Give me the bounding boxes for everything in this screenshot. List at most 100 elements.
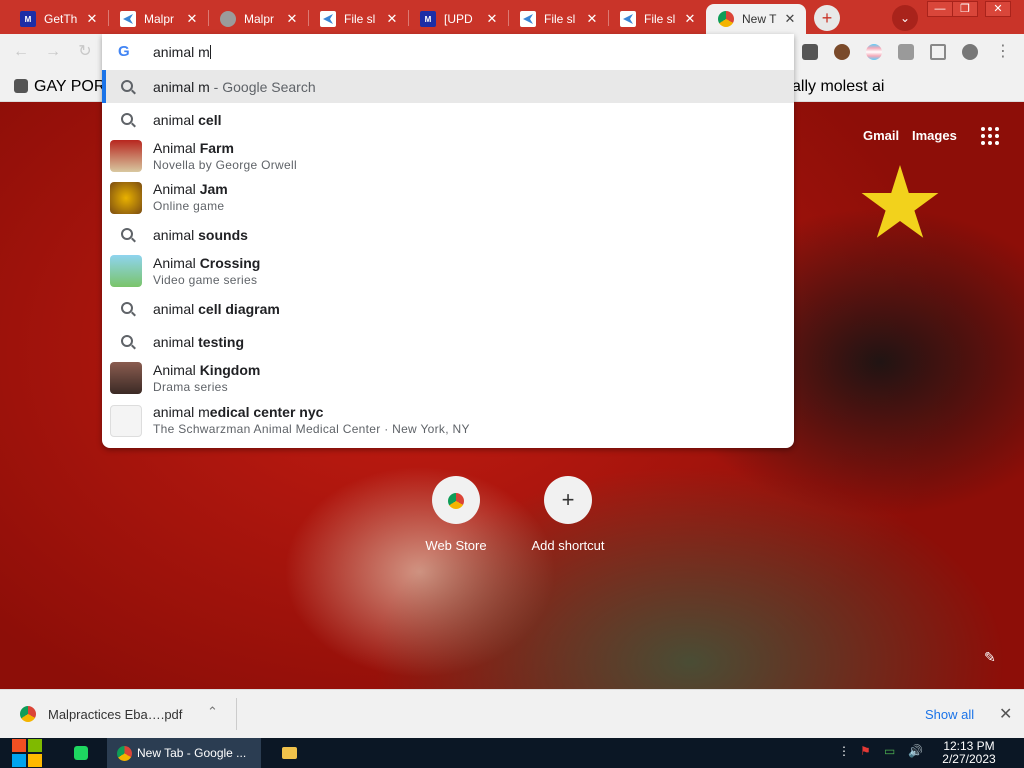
bookmark-item[interactable]: ally molest ai xyxy=(792,78,884,96)
close-icon[interactable]: ✕ xyxy=(484,11,500,27)
suggestion-text: Animal Crossing xyxy=(153,255,261,271)
menu-icon[interactable]: ⋮ xyxy=(994,43,1012,61)
network-icon[interactable]: ▭ xyxy=(884,744,895,758)
chevron-up-icon[interactable]: ⌃ xyxy=(207,704,218,720)
tab-3[interactable]: Malpr ✕ xyxy=(208,4,308,34)
forward-icon[interactable]: → xyxy=(44,43,62,61)
animal-jam-thumbnail xyxy=(110,182,142,214)
close-icon[interactable]: ✕ xyxy=(184,11,200,27)
tab-title: File sl xyxy=(344,12,376,26)
suggestion-row[interactable]: Animal Kingdom Drama series xyxy=(102,358,794,399)
animal-crossing-thumbnail xyxy=(110,255,142,287)
tab-title: File sl xyxy=(544,12,576,26)
reload-icon[interactable]: ↻ xyxy=(76,43,94,61)
puzzle-icon[interactable] xyxy=(898,44,914,60)
new-tab-button[interactable]: + xyxy=(814,5,840,31)
suggestion-row[interactable]: Animal Jam Online game xyxy=(102,177,794,218)
shortcut-label: Add shortcut xyxy=(531,538,605,553)
minimize-button[interactable]: — xyxy=(927,1,953,17)
avatar[interactable] xyxy=(962,44,978,60)
suggestion-text: Animal Kingdom xyxy=(153,362,261,378)
tab-title: Malpr xyxy=(144,12,175,26)
tab-2[interactable]: Malpr ✕ xyxy=(108,4,208,34)
bookmark-label: ally molest ai xyxy=(792,78,885,95)
suggestion-row[interactable]: animal medical center nyc The Schwarzman… xyxy=(102,399,794,442)
blue-arrow-icon xyxy=(120,11,136,27)
globe-icon xyxy=(220,11,236,27)
bookmark-icon xyxy=(14,79,28,93)
suggestion-text: animal cell xyxy=(153,112,222,128)
clock-date: 2/27/2023 xyxy=(942,752,996,766)
tab-1[interactable]: M GetTh ✕ xyxy=(8,4,108,34)
tab-title: GetTh xyxy=(44,12,78,26)
suggestion-text: animal cell diagram xyxy=(153,301,280,317)
suggestion-subtext: Novella by George Orwell xyxy=(153,158,297,172)
search-icon xyxy=(121,228,133,240)
close-icon[interactable]: ✕ xyxy=(782,11,798,27)
suggestion-row[interactable]: Animal Crossing Video game series xyxy=(102,251,794,292)
gmail-link[interactable]: Gmail xyxy=(863,128,899,143)
show-all-link[interactable]: Show all xyxy=(925,707,974,722)
search-icon xyxy=(121,113,133,125)
suggestion-row[interactable]: Animal Farm Novella by George Orwell xyxy=(102,136,794,177)
images-link[interactable]: Images xyxy=(912,128,957,143)
divider xyxy=(236,698,237,730)
taskbar-chrome-button[interactable]: New Tab - Google ... xyxy=(107,738,261,768)
suggestion-text: animal testing xyxy=(153,334,245,350)
animal-medical-center-thumbnail xyxy=(110,405,142,437)
suggestion-row[interactable]: animal sounds xyxy=(102,218,794,251)
clock[interactable]: 12:13 PM 2/27/2023 xyxy=(940,740,998,766)
shortcut-add[interactable]: + Add shortcut xyxy=(518,476,618,553)
search-icon xyxy=(121,335,133,347)
close-window-button[interactable]: ✕ xyxy=(985,1,1011,17)
chrome-icon xyxy=(20,706,36,722)
suggestion-row[interactable]: animal testing xyxy=(102,325,794,358)
tab-search-button[interactable]: ⌄ xyxy=(892,5,918,31)
pencil-icon[interactable]: ✎ xyxy=(984,649,996,666)
tab-5[interactable]: M [UPD ✕ xyxy=(408,4,508,34)
flag-icon[interactable]: ⚑ xyxy=(860,744,871,758)
close-icon[interactable]: ✕ xyxy=(682,11,698,27)
mft-icon: M xyxy=(420,11,436,27)
tab-7[interactable]: File sl ✕ xyxy=(608,4,706,34)
search-icon xyxy=(121,80,133,92)
suggestion-text: Animal Farm xyxy=(153,140,234,156)
suggestion-subtext: Drama series xyxy=(153,380,228,394)
volume-icon[interactable]: 🔊 xyxy=(908,744,923,758)
side-panel-icon[interactable] xyxy=(930,44,946,60)
ublock-icon[interactable] xyxy=(802,44,818,60)
mft-icon: M xyxy=(20,11,36,27)
blue-arrow-icon xyxy=(320,11,336,27)
close-icon[interactable]: ✕ xyxy=(284,11,300,27)
spotify-like-app-icon[interactable] xyxy=(72,738,92,768)
shortcut-web-store[interactable]: Web Store xyxy=(406,476,506,553)
apps-grid-icon[interactable] xyxy=(981,127,999,145)
close-icon[interactable]: ✕ xyxy=(999,704,1012,724)
close-icon[interactable]: ✕ xyxy=(84,11,100,27)
taskbar-chrome-label: New Tab - Google ... xyxy=(137,746,247,760)
suggestion-text: animal sounds xyxy=(153,227,248,243)
file-explorer-icon[interactable] xyxy=(280,738,300,768)
close-icon[interactable]: ✕ xyxy=(384,11,400,27)
blue-arrow-icon xyxy=(520,11,536,27)
tab-4[interactable]: File sl ✕ xyxy=(308,4,408,34)
suggestion-row[interactable]: animal m - Google Search xyxy=(102,70,794,103)
google-icon: G xyxy=(118,43,130,60)
profile-extension-icon[interactable] xyxy=(834,44,850,60)
suggestion-row[interactable]: animal cell xyxy=(102,103,794,136)
back-icon[interactable]: ← xyxy=(12,43,30,61)
omnibox-text: animal m xyxy=(153,44,210,60)
close-icon[interactable]: ✕ xyxy=(584,11,600,27)
windows-start-icon[interactable] xyxy=(12,739,42,767)
suggestion-row[interactable]: animal cell diagram xyxy=(102,292,794,325)
flag-extension-icon[interactable] xyxy=(866,44,882,60)
tab-title: Malpr xyxy=(244,12,275,26)
restore-button[interactable]: ❐ xyxy=(952,1,978,17)
tab-title: New T xyxy=(742,12,777,26)
tray-overflow-icon[interactable]: ⋮ xyxy=(838,744,850,758)
omnibox-input[interactable]: G animal m xyxy=(102,34,794,70)
download-filename[interactable]: Malpractices Eba….pdf xyxy=(48,707,182,722)
tab-new-tab[interactable]: New T ✕ xyxy=(706,4,806,34)
tab-6[interactable]: File sl ✕ xyxy=(508,4,608,34)
chrome-icon xyxy=(718,11,734,27)
